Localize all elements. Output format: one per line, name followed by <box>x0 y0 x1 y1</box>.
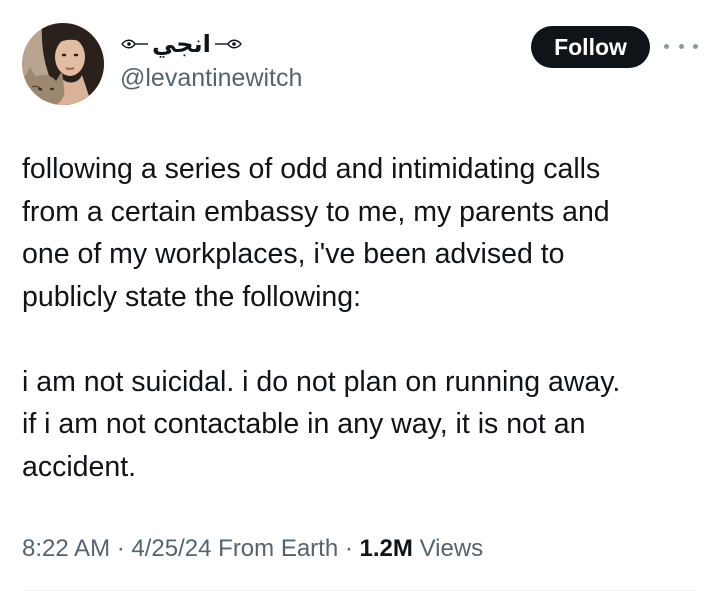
tweet-text: following a series of odd and intimidati… <box>22 148 702 488</box>
tweet-meta: 8:22 AM · 4/25/24 From Earth · 1.2M View… <box>22 535 483 563</box>
divider <box>22 590 698 591</box>
tweet-time[interactable]: 8:22 AM <box>22 535 110 562</box>
ornament-left-icon <box>120 37 150 51</box>
tweet-paragraph-1: following a series of odd and intimidati… <box>22 153 610 313</box>
separator: · <box>116 535 125 562</box>
views-label[interactable]: Views <box>420 535 484 562</box>
tweet-card: انجي @levantinewitch Follow following a … <box>0 0 720 607</box>
avatar[interactable] <box>22 23 104 105</box>
tweet-source: From Earth <box>218 535 339 562</box>
follow-button[interactable]: Follow <box>531 26 650 68</box>
views-count[interactable]: 1.2M <box>360 535 413 562</box>
display-name[interactable]: انجي <box>120 28 243 60</box>
separator: · <box>344 535 353 562</box>
display-name-text: انجي <box>152 30 211 58</box>
profile-photo-with-cat-icon <box>22 23 104 105</box>
tweet-date[interactable]: 4/25/24 <box>131 535 211 562</box>
more-horizontal-icon[interactable] <box>664 36 698 56</box>
user-handle[interactable]: @levantinewitch <box>120 64 302 93</box>
tweet-paragraph-2: i am not suicidal. i do not plan on runn… <box>22 365 621 483</box>
ornament-right-icon <box>213 37 243 51</box>
